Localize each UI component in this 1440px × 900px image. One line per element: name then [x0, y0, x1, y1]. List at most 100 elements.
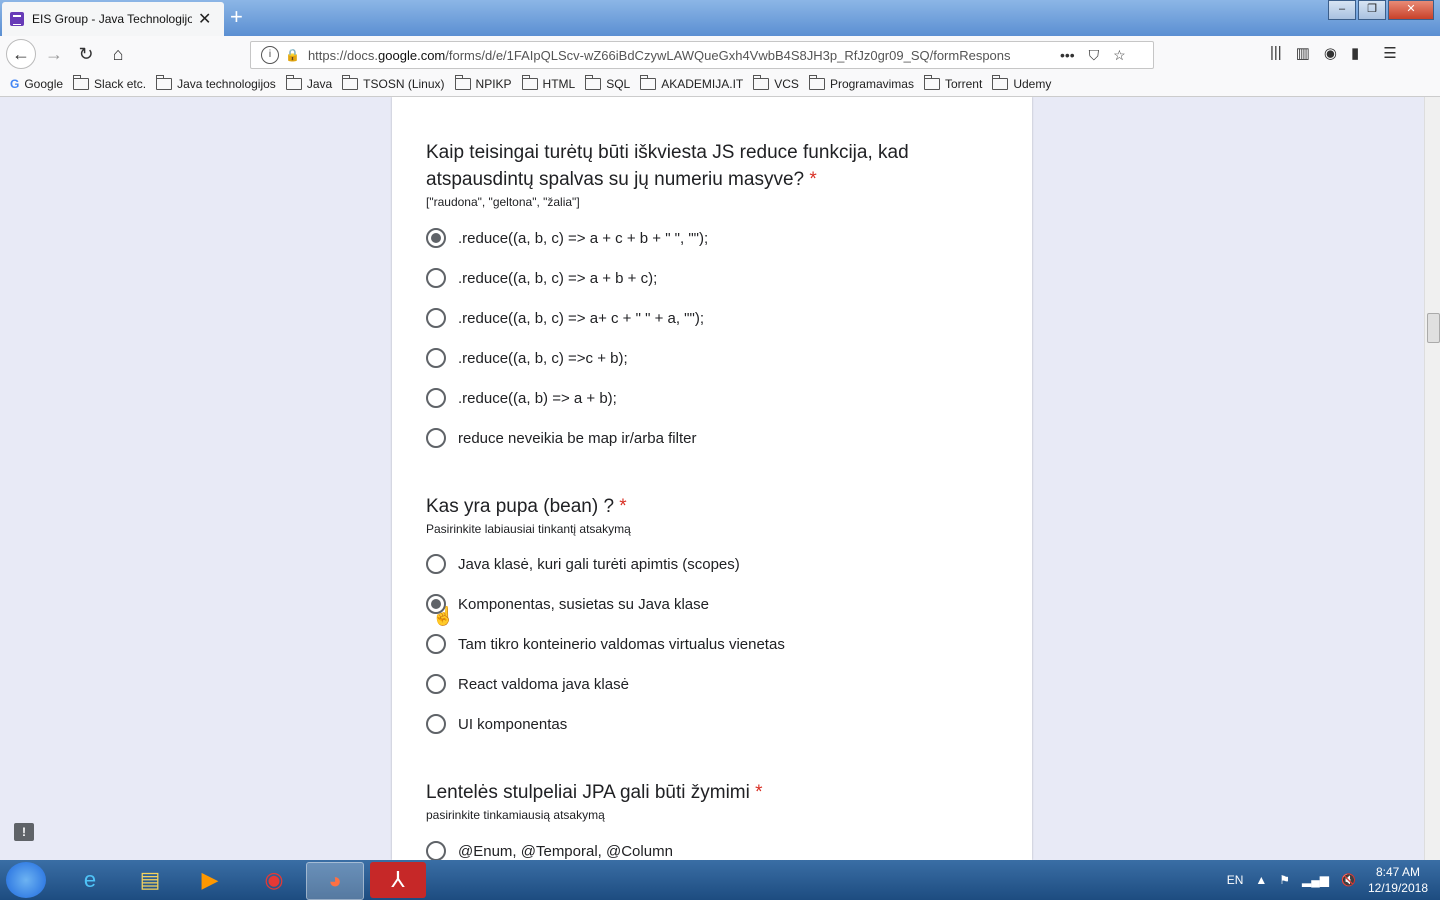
bookmark-label: Udemy [1013, 77, 1052, 91]
radio-option[interactable]: .reduce((a, b, c) =>c + b); [426, 346, 628, 370]
bookmark-folder[interactable]: Torrent [923, 75, 983, 91]
chrome-icon[interactable]: ◉ [246, 862, 302, 898]
bookmark-google[interactable]: G Google [10, 77, 63, 91]
option-label: .reduce((a, b, c) => a + c + b + " ", ""… [458, 229, 709, 247]
extension-icon[interactable]: ◉ [1324, 44, 1337, 62]
folder-icon [753, 75, 770, 90]
media-player-icon[interactable]: ▶ [182, 862, 238, 898]
close-tab-icon[interactable]: ✕ [198, 9, 211, 29]
url-bar[interactable]: i 🔒 https://docs.google.com/forms/d/e/1F… [250, 41, 1154, 69]
bookmark-folder[interactable]: Slack etc. [73, 75, 146, 91]
radio-button[interactable] [426, 228, 446, 248]
firefox-icon[interactable]: ◕ [306, 862, 364, 900]
action-center-flag-icon[interactable]: ⚑ [1279, 873, 1290, 887]
bookmark-folder[interactable]: TSOSN (Linux) [342, 75, 445, 91]
option-label: Java klasė, kuri gali turėti apimtis (sc… [458, 555, 740, 573]
required-mark: * [755, 782, 763, 803]
radio-button[interactable] [426, 634, 446, 654]
option-label: @Enum, @Temporal, @Column [458, 842, 673, 860]
bookmark-label: Programavimas [829, 77, 914, 91]
radio-option[interactable]: Tam tikro konteinerio valdomas virtualus… [426, 632, 785, 656]
url-text[interactable]: https://docs.google.com/forms/d/e/1FAIpQ… [308, 48, 1046, 63]
option-label: reduce neveikia be map ir/arba filter [458, 429, 697, 447]
bookmark-folder[interactable]: NPIKP [454, 75, 512, 91]
radio-option[interactable]: .reduce((a, b, c) => a+ c + " " + a, "")… [426, 306, 704, 330]
bookmark-folder[interactable]: Programavimas [808, 75, 914, 91]
required-mark: * [809, 169, 817, 190]
option-label: .reduce((a, b, c) => a + b + c); [458, 269, 658, 287]
question-title-text: Kas yra pupa (bean) ? [426, 496, 615, 517]
bookmark-label: VCS [774, 77, 799, 91]
bookmark-folder[interactable]: Java technologijos [156, 75, 276, 91]
volume-muted-icon[interactable]: 🔇 [1341, 873, 1356, 887]
new-tab-icon[interactable]: + [230, 4, 243, 30]
internet-explorer-icon[interactable]: e [62, 862, 118, 898]
acrobat-icon[interactable]: ⅄ [370, 862, 426, 898]
radio-option[interactable]: Java klasė, kuri gali turėti apimtis (sc… [426, 552, 740, 576]
option-label: .reduce((a, b, c) =>c + b); [458, 349, 628, 367]
file-explorer-icon[interactable]: ▤ [122, 862, 178, 898]
bookmark-folder[interactable]: HTML [521, 75, 575, 91]
back-icon[interactable]: ← [6, 39, 36, 69]
sidebar-icon[interactable]: ▥ [1296, 44, 1310, 62]
language-indicator[interactable]: EN [1227, 873, 1244, 887]
clock[interactable]: 8:47 AM 12/19/2018 [1368, 864, 1428, 896]
library-icon[interactable]: ||| [1270, 44, 1282, 62]
radio-button[interactable] [426, 714, 446, 734]
maximize-icon[interactable]: ❐ [1358, 0, 1386, 20]
bookmark-folder[interactable]: VCS [753, 75, 799, 91]
page-actions-icon[interactable]: ••• [1060, 47, 1075, 63]
radio-option[interactable]: reduce neveikia be map ir/arba filter [426, 426, 696, 450]
window-title-bar: EIS Group - Java Technologijos ✕ + – ❐ ✕ [0, 0, 1440, 36]
bookmarks-bar: G Google Slack etc. Java technologijos Ja… [0, 72, 1440, 97]
home-icon[interactable]: ⌂ [104, 40, 132, 68]
folder-icon [285, 75, 302, 90]
radio-option[interactable]: @Enum, @Temporal, @Column [426, 839, 673, 860]
required-mark: * [619, 496, 627, 517]
feedback-icon[interactable]: ! [14, 823, 34, 841]
google-icon: G [10, 77, 20, 91]
lock-icon: 🔒 [285, 48, 300, 62]
radio-button[interactable] [426, 348, 446, 368]
radio-option[interactable]: Komponentas, susietas su Java klase [426, 592, 709, 616]
bookmark-folder[interactable]: AKADEMIJA.IT [640, 75, 743, 91]
radio-button[interactable] [426, 308, 446, 328]
url-prefix: https://docs. [307, 47, 379, 63]
bookmark-folder[interactable]: Java [285, 75, 332, 91]
addon-icon[interactable]: ▮ [1351, 44, 1359, 62]
radio-option[interactable]: .reduce((a, b) => a + b); [426, 386, 617, 410]
scrollbar-thumb[interactable] [1427, 313, 1440, 343]
bookmark-label: Torrent [944, 77, 983, 91]
start-button[interactable] [6, 862, 46, 898]
radio-button[interactable] [426, 388, 446, 408]
folder-icon [342, 75, 359, 90]
forward-icon[interactable]: → [40, 40, 68, 68]
radio-option[interactable]: .reduce((a, b, c) => a + b + c); [426, 266, 657, 290]
browser-tab[interactable]: EIS Group - Java Technologijos ✕ [2, 2, 224, 36]
radio-button[interactable] [426, 674, 446, 694]
page-scrollbar[interactable] [1424, 97, 1440, 860]
bookmark-folder[interactable]: Udemy [992, 75, 1052, 91]
radio-option[interactable]: UI komponentas [426, 712, 567, 736]
radio-button[interactable] [426, 554, 446, 574]
radio-button[interactable] [426, 428, 446, 448]
radio-option[interactable]: .reduce((a, b, c) => a + c + b + " ", ""… [426, 226, 708, 250]
info-icon[interactable]: i [261, 46, 279, 64]
folder-icon [521, 75, 538, 90]
window-close-icon[interactable]: ✕ [1388, 0, 1434, 20]
radio-button[interactable] [426, 841, 446, 860]
pocket-icon[interactable]: ⛉ [1089, 47, 1100, 64]
folder-icon [640, 75, 657, 90]
url-host: google.com [378, 47, 446, 63]
radio-option[interactable]: React valdoma java klasė [426, 672, 629, 696]
bookmark-star-icon[interactable]: ☆ [1113, 47, 1126, 64]
question-title-text: Lentelės stulpeliai JPA gali būti žymimi [426, 782, 750, 803]
network-icon[interactable]: ▂▄▆ [1302, 873, 1329, 887]
minimize-icon[interactable]: – [1328, 0, 1356, 20]
radio-button[interactable] [426, 268, 446, 288]
folder-icon [454, 75, 471, 90]
show-hidden-icons-icon[interactable]: ▲ [1255, 873, 1267, 887]
menu-icon[interactable]: ☰ [1383, 44, 1396, 62]
bookmark-folder[interactable]: SQL [585, 75, 630, 91]
reload-icon[interactable]: ↻ [72, 40, 100, 68]
